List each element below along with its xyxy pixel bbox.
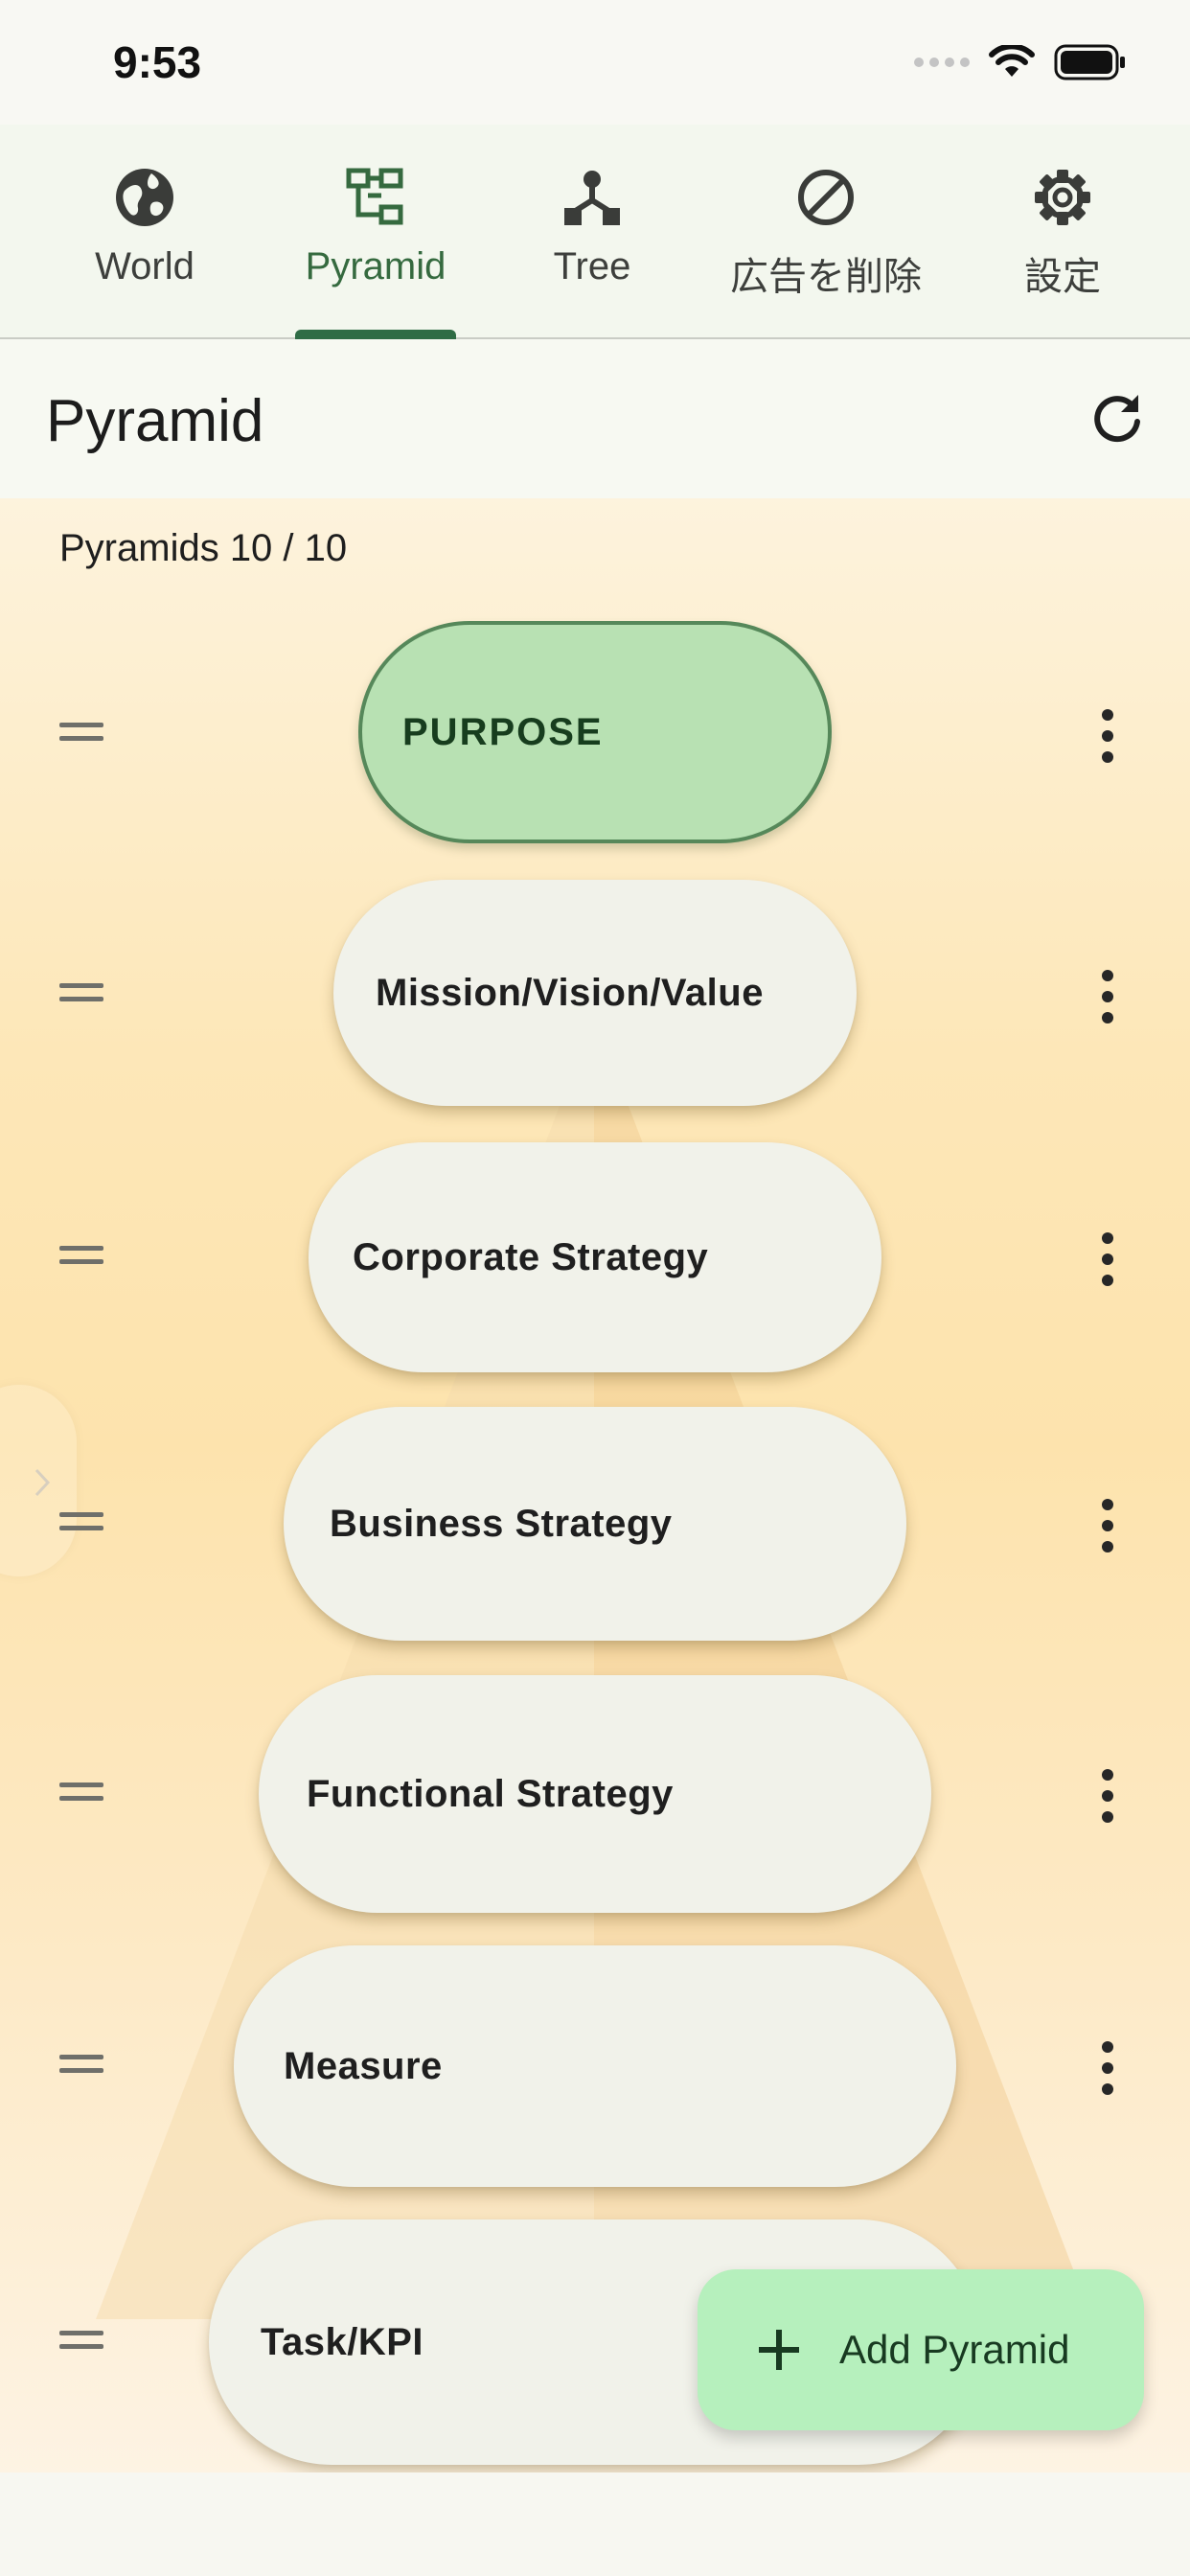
level-label: Task/KPI — [261, 2320, 423, 2363]
drag-handle-icon[interactable] — [59, 2055, 103, 2073]
tab-settings[interactable]: 設定 — [1010, 125, 1115, 337]
tab-pyramid[interactable]: Pyramid — [287, 125, 464, 337]
plus-icon — [759, 2330, 799, 2370]
cellular-signal-icon — [914, 58, 970, 67]
drag-handle-icon[interactable] — [59, 1512, 103, 1530]
drag-handle-icon[interactable] — [59, 723, 103, 741]
tab-tree[interactable]: Tree — [537, 125, 648, 337]
drag-handle-icon[interactable] — [59, 1246, 103, 1264]
bottom-safe-area — [0, 2472, 1190, 2576]
pyramid-content: Pyramids 10 / 10 PURPOSE Mission/Vision/… — [0, 498, 1190, 2472]
drag-handle-icon[interactable] — [59, 983, 103, 1001]
add-pyramid-button[interactable]: Add Pyramid — [698, 2269, 1144, 2430]
pyramid-level-corporate-strategy[interactable]: Corporate Strategy — [309, 1142, 881, 1372]
level-label: Business Strategy — [330, 1502, 673, 1545]
active-tab-indicator — [295, 330, 456, 339]
tab-world[interactable]: World — [82, 125, 207, 337]
level-label: Mission/Vision/Value — [376, 971, 764, 1014]
level-label: Functional Strategy — [307, 1772, 674, 1815]
tab-label: World — [95, 245, 195, 288]
level-label: Corporate Strategy — [353, 1235, 709, 1278]
more-options-icon[interactable] — [1102, 2041, 1115, 2104]
tab-label: Tree — [553, 245, 631, 288]
pyramid-level-mission-vision-value[interactable]: Mission/Vision/Value — [333, 880, 857, 1106]
tab-label: 広告を削除 — [730, 256, 922, 298]
pyramid-level-business-strategy[interactable]: Business Strategy — [284, 1407, 906, 1641]
drag-handle-icon[interactable] — [59, 2331, 103, 2349]
add-pyramid-label: Add Pyramid — [839, 2327, 1070, 2372]
status-indicators — [914, 44, 1127, 80]
top-tab-bar: World Pyramid Tree 広告を削除 設定 — [0, 125, 1190, 339]
status-time: 9:53 — [113, 37, 202, 87]
more-options-icon[interactable] — [1102, 709, 1115, 772]
level-label: PURPOSE — [402, 710, 604, 753]
tree-nodes-icon — [562, 165, 622, 230]
page-title: Pyramid — [46, 388, 264, 454]
more-options-icon[interactable] — [1102, 1769, 1115, 1832]
pyramid-counter: Pyramids 10 / 10 — [59, 527, 348, 569]
more-options-icon[interactable] — [1102, 1499, 1115, 1562]
tab-label: Pyramid — [305, 245, 446, 288]
pyramid-blocks-icon — [345, 165, 406, 230]
pyramid-level-measure[interactable]: Measure — [234, 1945, 956, 2187]
status-bar: 9:53 — [0, 0, 1190, 125]
wifi-icon — [989, 45, 1035, 77]
globe-icon — [113, 165, 176, 230]
chevron-right-icon — [34, 1468, 51, 1497]
app-bar: Pyramid — [0, 339, 1190, 498]
tab-remove-ads[interactable]: 広告を削除 — [721, 125, 931, 337]
gear-icon — [1033, 165, 1092, 230]
drag-handle-icon[interactable] — [59, 1782, 103, 1801]
more-options-icon[interactable] — [1102, 1232, 1115, 1296]
pyramid-level-functional-strategy[interactable]: Functional Strategy — [259, 1675, 931, 1913]
level-label: Measure — [284, 2044, 443, 2087]
more-options-icon[interactable] — [1102, 970, 1115, 1033]
pyramid-level-purpose[interactable]: PURPOSE — [358, 621, 832, 843]
refresh-icon[interactable] — [1088, 389, 1146, 447]
battery-icon — [1054, 44, 1125, 80]
tab-label: 設定 — [1024, 256, 1101, 298]
prohibited-icon — [796, 165, 856, 230]
